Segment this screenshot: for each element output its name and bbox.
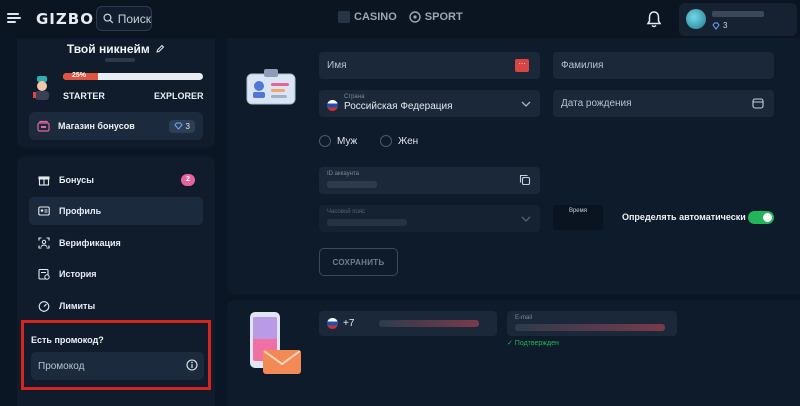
save-button[interactable]: СОХРАНИТЬ: [319, 248, 398, 276]
promo-code-input[interactable]: Промокод: [31, 352, 204, 380]
top-bar: GIZBO Поиск CASINO SPORT 3: [0, 0, 800, 38]
account-id-hidden: [327, 181, 377, 188]
password-manager-icon[interactable]: ···: [515, 59, 529, 72]
copy-icon[interactable]: [519, 174, 531, 186]
verification-icon: [37, 236, 51, 250]
avatar: [686, 9, 706, 29]
nickname[interactable]: Твой никнейм: [17, 42, 215, 56]
auto-timezone-toggle[interactable]: [748, 211, 774, 224]
current-time-box: Время: [553, 205, 603, 230]
tier-next: EXPLORER: [154, 91, 204, 101]
search-button[interactable]: Поиск: [96, 6, 152, 31]
chevron-down-icon: [521, 101, 531, 107]
sidebar-item-label: Бонусы: [59, 175, 94, 185]
search-icon: [103, 13, 114, 24]
birthdate-input[interactable]: Дата рождения: [553, 90, 774, 117]
chevron-down-icon: [521, 216, 531, 222]
bell-icon[interactable]: [646, 10, 662, 28]
country-select[interactable]: Страна Российская Федерация: [319, 90, 540, 117]
id-card-illustration-icon: [246, 69, 296, 105]
gem-count-badge: 3: [168, 119, 195, 133]
phone-hidden: [379, 320, 479, 327]
gender-male-radio[interactable]: Муж: [319, 135, 357, 147]
promo-title: Есть промокод?: [31, 335, 104, 345]
email-verified-status: ✓ Подтвержден: [507, 340, 559, 347]
russia-flag-icon: [327, 318, 338, 329]
history-icon: [37, 267, 51, 281]
user-account-button[interactable]: 3: [679, 3, 797, 36]
diamond-icon: [712, 22, 720, 30]
tier-current: STARTER: [63, 91, 105, 101]
radio-circle: [380, 135, 392, 147]
promo-placeholder: Промокод: [38, 360, 85, 372]
auto-timezone-label: Определять автоматически: [622, 212, 746, 222]
user-gems: 3: [712, 21, 727, 30]
phone-input[interactable]: +7: [319, 311, 497, 336]
search-label: Поиск: [117, 11, 151, 26]
account-id-field: ID аккаунта: [319, 167, 540, 194]
logo[interactable]: GIZBO: [36, 10, 94, 28]
bonus-shop-button[interactable]: Магазин бонусов 3: [29, 112, 203, 140]
russia-flag-icon: [327, 100, 338, 111]
nav-casino[interactable]: CASINO: [338, 11, 397, 23]
id-card-icon: [37, 204, 51, 218]
progress-label: 25%: [72, 72, 87, 79]
pencil-icon[interactable]: [155, 44, 165, 54]
timezone-select[interactable]: Часовой пояс: [319, 205, 540, 232]
promo-code-section: Есть промокод? Промокод: [21, 320, 211, 390]
calendar-icon[interactable]: [752, 97, 764, 109]
sidebar-item-label: Лимиты: [59, 301, 96, 311]
phone-mail-illustration-icon: [250, 312, 301, 374]
sidebar-item-history[interactable]: История: [29, 260, 203, 288]
email-hidden: [515, 324, 665, 331]
gift-icon: [37, 173, 51, 187]
username-hidden: [712, 11, 764, 17]
sidebar-item-limits[interactable]: Лимиты: [29, 292, 203, 320]
casino-icon: [338, 11, 350, 23]
soccer-ball-icon: [409, 11, 421, 23]
radio-circle: [319, 135, 331, 147]
info-icon[interactable]: [186, 359, 198, 371]
timezone-hidden: [327, 219, 407, 226]
sidebar-item-verification[interactable]: Верификация: [29, 229, 203, 257]
email-field[interactable]: E-mail: [507, 311, 677, 336]
profile-panel: Твой никнейм 25% STARTER EXPLORER Магази…: [17, 38, 215, 148]
sidebar-item-profile[interactable]: Профиль: [29, 197, 203, 225]
bonus-count-badge: 2: [181, 174, 195, 186]
last-name-input[interactable]: Фамилия: [553, 52, 774, 79]
gender-female-radio[interactable]: Жен: [380, 135, 418, 147]
nickname-sub-hidden: [105, 58, 135, 62]
sidebar-item-label: История: [59, 269, 97, 279]
menu-icon[interactable]: [7, 13, 21, 23]
first-name-input[interactable]: Имя ···: [319, 52, 540, 79]
level-character-icon: [33, 76, 49, 100]
shop-icon: [37, 120, 50, 132]
sidebar-item-label: Верификация: [59, 238, 121, 248]
nav-sport[interactable]: SPORT: [409, 11, 463, 23]
gauge-icon: [37, 299, 51, 313]
sidebar-item-label: Профиль: [59, 206, 102, 216]
sidebar-item-bonuses[interactable]: Бонусы 2: [29, 166, 203, 194]
diamond-icon: [173, 122, 183, 130]
bonus-shop-label: Магазин бонусов: [58, 121, 135, 131]
